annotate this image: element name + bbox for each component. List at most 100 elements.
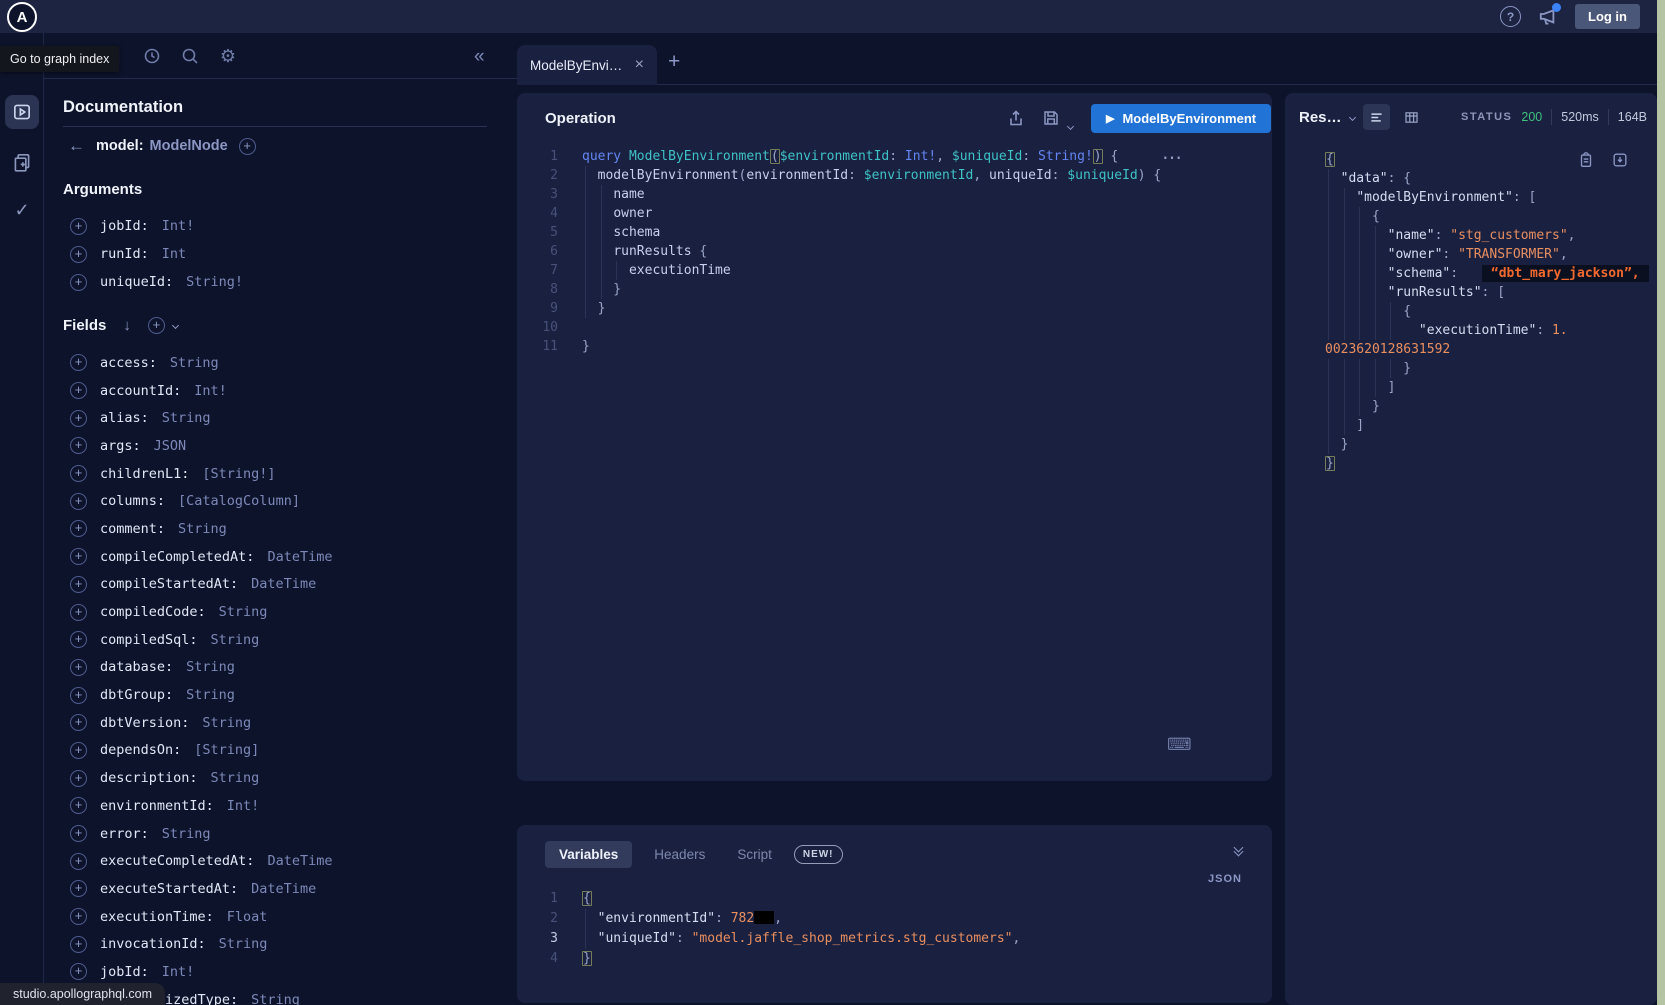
field-type[interactable]: String xyxy=(178,521,227,537)
keyboard-shortcuts-icon[interactable]: ⌨ xyxy=(1167,735,1192,755)
field-row[interactable]: +executeStartedAt:DateTime xyxy=(70,875,332,903)
operation-tab[interactable]: ModelByEnvi… × xyxy=(517,45,657,85)
field-type[interactable]: Int! xyxy=(162,964,195,980)
field-row[interactable]: +description:String xyxy=(70,764,332,792)
chevron-down-icon[interactable] xyxy=(172,322,179,329)
add-to-query-button[interactable]: + xyxy=(70,742,87,759)
field-type[interactable]: String xyxy=(251,992,300,1005)
field-row[interactable]: +args:JSON xyxy=(70,432,332,460)
new-tab-button[interactable]: + xyxy=(668,50,680,74)
add-to-query-button[interactable]: + xyxy=(70,354,87,371)
field-row[interactable]: +access:String xyxy=(70,349,332,377)
add-to-query-button[interactable]: + xyxy=(70,410,87,427)
add-to-query-button[interactable]: + xyxy=(70,274,87,291)
field-type[interactable]: Float xyxy=(227,909,268,925)
field-row[interactable]: +executionTime:Float xyxy=(70,903,332,931)
add-to-query-button[interactable]: + xyxy=(70,382,87,399)
argument-row[interactable]: +runId:Int xyxy=(70,240,243,268)
collapse-panel-icon[interactable]: « xyxy=(474,46,485,68)
add-to-query-button[interactable]: + xyxy=(70,437,87,454)
share-icon[interactable] xyxy=(1006,108,1026,128)
field-row[interactable]: +compileCompletedAt:DateTime xyxy=(70,543,332,571)
add-to-query-button[interactable]: + xyxy=(70,714,87,731)
add-to-query-button[interactable]: + xyxy=(70,880,87,897)
field-row[interactable]: +environmentId:Int! xyxy=(70,792,332,820)
field-type[interactable]: DateTime xyxy=(251,576,316,592)
field-type[interactable]: String xyxy=(219,936,268,952)
field-type[interactable]: DateTime xyxy=(251,881,316,897)
add-to-query-button[interactable]: + xyxy=(70,825,87,842)
field-row[interactable]: +compileStartedAt:DateTime xyxy=(70,571,332,599)
field-type-link[interactable]: ModelNode xyxy=(150,138,228,154)
checks-nav-icon[interactable]: ✓ xyxy=(5,193,39,227)
field-row[interactable]: +comment:String xyxy=(70,515,332,543)
field-row[interactable]: +compiledCode:String xyxy=(70,598,332,626)
field-type[interactable]: Int xyxy=(162,246,186,262)
argument-row[interactable]: +jobId:Int! xyxy=(70,212,243,240)
field-row[interactable]: +dependsOn:[String] xyxy=(70,737,332,765)
tab-variables[interactable]: Variables xyxy=(545,841,632,868)
field-row[interactable]: +alias:String xyxy=(70,404,332,432)
field-row[interactable]: +database:String xyxy=(70,654,332,682)
add-to-query-button[interactable]: + xyxy=(70,936,87,953)
add-to-query-button[interactable]: + xyxy=(70,246,87,263)
explorer-nav-icon[interactable] xyxy=(5,95,39,129)
field-row[interactable]: +executeCompletedAt:DateTime xyxy=(70,847,332,875)
field-type[interactable]: String xyxy=(202,715,251,731)
field-type[interactable]: String xyxy=(211,770,260,786)
add-to-query-button[interactable]: + xyxy=(70,465,87,482)
add-field-button[interactable]: + xyxy=(239,138,256,155)
operation-editor[interactable]: 1query ModelByEnvironment($environmentId… xyxy=(517,147,1272,356)
field-row[interactable]: +compiledSql:String xyxy=(70,626,332,654)
field-type[interactable]: String! xyxy=(186,274,243,290)
add-to-query-button[interactable]: + xyxy=(70,604,87,621)
field-row[interactable]: +childrenL1:[String!] xyxy=(70,460,332,488)
field-type[interactable]: [CatalogColumn] xyxy=(178,493,300,509)
add-to-query-button[interactable]: + xyxy=(70,493,87,510)
add-to-query-button[interactable]: + xyxy=(70,520,87,537)
field-row[interactable]: +dbtVersion:String xyxy=(70,709,332,737)
field-type[interactable]: Int! xyxy=(227,798,260,814)
field-row[interactable]: +jobId:Int! xyxy=(70,958,332,986)
field-type[interactable]: DateTime xyxy=(267,853,332,869)
field-type[interactable]: String xyxy=(170,355,219,371)
tab-script[interactable]: Script xyxy=(727,841,782,868)
add-to-query-button[interactable]: + xyxy=(70,659,87,676)
sort-fields-icon[interactable]: ↓ xyxy=(123,317,131,334)
field-type[interactable]: String xyxy=(186,687,235,703)
field-type[interactable]: String xyxy=(162,826,211,842)
field-type[interactable]: String xyxy=(219,604,268,620)
add-to-query-button[interactable]: + xyxy=(70,908,87,925)
field-row[interactable]: +error:String xyxy=(70,820,332,848)
save-icon[interactable] xyxy=(1041,108,1061,128)
add-to-query-button[interactable]: + xyxy=(70,631,87,648)
save-options-chevron-icon[interactable] xyxy=(1068,116,1073,134)
field-row[interactable]: +accountId:Int! xyxy=(70,377,332,405)
field-row[interactable]: +columns:[CatalogColumn] xyxy=(70,487,332,515)
history-icon[interactable] xyxy=(142,46,162,66)
field-type[interactable]: DateTime xyxy=(267,549,332,565)
add-all-fields-button[interactable]: + xyxy=(148,317,165,334)
apollo-logo[interactable]: A xyxy=(7,2,37,32)
help-icon[interactable]: ? xyxy=(1500,6,1521,27)
field-type[interactable]: String xyxy=(186,659,235,675)
settings-gear-icon[interactable]: ⚙ xyxy=(218,46,238,66)
field-type[interactable]: String xyxy=(162,410,211,426)
raw-view-icon[interactable] xyxy=(1363,104,1390,130)
add-to-query-button[interactable]: + xyxy=(70,218,87,235)
run-operation-button[interactable]: ▶ ModelByEnvironment xyxy=(1091,104,1271,133)
variables-editor[interactable]: 1{2 "environmentId": 782,3 "uniqueId": "… xyxy=(517,889,1272,969)
field-type[interactable]: Int! xyxy=(162,218,195,234)
field-row[interactable]: +dbtGroup:String xyxy=(70,681,332,709)
add-to-query-button[interactable]: + xyxy=(70,548,87,565)
field-type[interactable]: [String] xyxy=(194,742,259,758)
field-type[interactable]: JSON xyxy=(154,438,187,454)
close-tab-icon[interactable]: × xyxy=(635,56,644,74)
tab-headers[interactable]: Headers xyxy=(644,841,715,868)
collections-nav-icon[interactable] xyxy=(5,145,39,179)
collapse-panel-chevron-icon[interactable] xyxy=(1235,847,1242,855)
table-view-icon[interactable] xyxy=(1398,104,1425,130)
add-to-query-button[interactable]: + xyxy=(70,770,87,787)
login-button[interactable]: Log in xyxy=(1575,4,1640,29)
field-type[interactable]: [String!] xyxy=(202,466,275,482)
